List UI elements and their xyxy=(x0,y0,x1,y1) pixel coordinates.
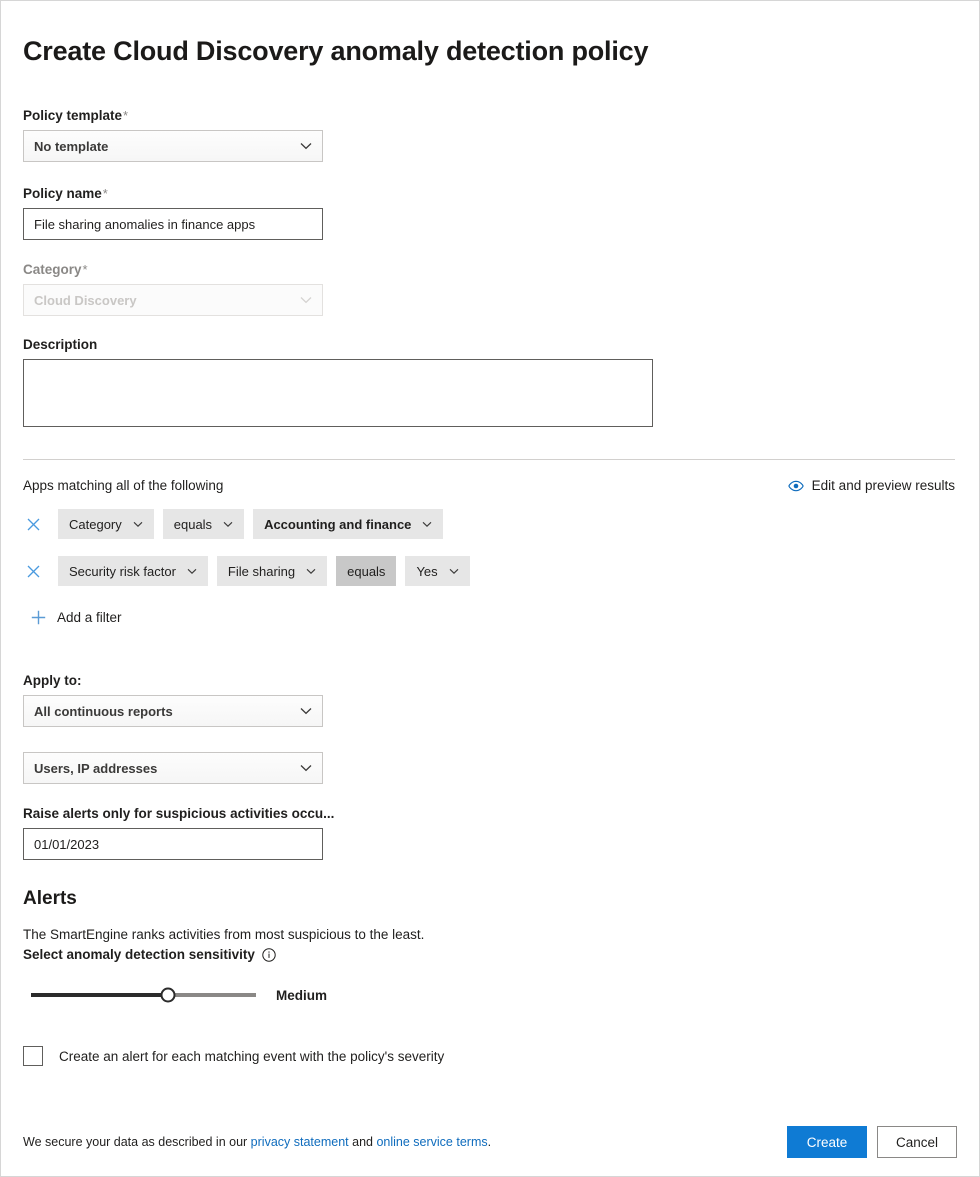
privacy-note-prefix: We secure your data as described in our xyxy=(23,1135,251,1149)
page-title: Create Cloud Discovery anomaly detection… xyxy=(23,1,957,68)
filter-operator-chip[interactable]: equals xyxy=(163,509,244,539)
field-apply-to: Apply to: All continuous reports xyxy=(23,673,957,727)
remove-filter-icon[interactable] xyxy=(23,561,43,581)
filter-row: Security risk factor File sharing equals… xyxy=(23,556,957,586)
policy-template-value: No template xyxy=(34,139,108,154)
filter-row: Category equals Accounting and finance xyxy=(23,509,957,539)
cancel-button[interactable]: Cancel xyxy=(877,1126,957,1158)
sensitivity-label: Select anomaly detection sensitivity xyxy=(23,946,957,964)
field-policy-template: Policy template* No template xyxy=(23,108,957,162)
create-policy-panel: Create Cloud Discovery anomaly detection… xyxy=(0,0,980,1177)
chevron-down-icon xyxy=(133,521,143,528)
edit-preview-results-label: Edit and preview results xyxy=(812,478,955,493)
category-label-text: Category xyxy=(23,262,82,277)
info-icon[interactable] xyxy=(262,948,276,962)
filters-heading: Apps matching all of the following xyxy=(23,478,223,493)
footer-buttons: Create Cancel xyxy=(787,1126,957,1158)
edit-preview-results-link[interactable]: Edit and preview results xyxy=(788,478,957,493)
chevron-down-icon xyxy=(300,142,312,150)
sensitivity-slider[interactable] xyxy=(31,985,256,1005)
filter-field-label: Category xyxy=(69,517,122,532)
policy-name-label: Policy name* xyxy=(23,186,957,202)
online-service-terms-link[interactable]: online service terms xyxy=(376,1135,487,1149)
filter-value-chip[interactable]: Yes xyxy=(405,556,469,586)
category-select: Cloud Discovery xyxy=(23,284,323,316)
alerts-section-title: Alerts xyxy=(23,887,957,911)
chevron-down-icon xyxy=(422,521,432,528)
privacy-statement-link[interactable]: privacy statement xyxy=(251,1135,349,1149)
filter-rows: Category equals Accounting and finance xyxy=(23,509,957,625)
field-category: Category* Cloud Discovery xyxy=(23,262,957,316)
plus-icon xyxy=(31,610,46,625)
policy-template-select[interactable]: No template xyxy=(23,130,323,162)
chevron-down-icon xyxy=(300,296,312,304)
create-alert-per-event-label: Create an alert for each matching event … xyxy=(59,1049,444,1064)
create-alert-per-event-row[interactable]: Create an alert for each matching event … xyxy=(23,1046,444,1066)
section-divider xyxy=(23,459,955,460)
apply-to-reports-select[interactable]: All continuous reports xyxy=(23,695,323,727)
privacy-note: We secure your data as described in our … xyxy=(23,1135,491,1149)
sensitivity-slider-row: Medium xyxy=(31,985,957,1005)
privacy-note-middle: and xyxy=(349,1135,377,1149)
required-asterisk: * xyxy=(123,108,128,123)
description-label: Description xyxy=(23,337,957,353)
create-button[interactable]: Create xyxy=(787,1126,867,1158)
policy-name-label-text: Policy name xyxy=(23,186,102,201)
category-label: Category* xyxy=(23,262,957,278)
chevron-down-icon xyxy=(187,568,197,575)
filter-field-chip[interactable]: Category xyxy=(58,509,154,539)
create-alert-per-event-checkbox[interactable] xyxy=(23,1046,43,1066)
eye-icon xyxy=(788,480,804,492)
required-asterisk: * xyxy=(83,262,88,277)
filter-value-label: Accounting and finance xyxy=(264,517,411,532)
chevron-down-icon xyxy=(449,568,459,575)
filter-subfield-chip[interactable]: File sharing xyxy=(217,556,327,586)
policy-name-input[interactable] xyxy=(23,208,323,240)
field-description: Description xyxy=(23,337,957,432)
required-asterisk: * xyxy=(103,186,108,201)
panel-footer: We secure your data as described in our … xyxy=(2,1109,978,1175)
apply-to-reports-value: All continuous reports xyxy=(34,704,173,719)
slider-fill xyxy=(31,993,168,997)
alerts-description: The SmartEngine ranks activities from mo… xyxy=(23,925,957,944)
policy-template-label-text: Policy template xyxy=(23,108,122,123)
filters-header: Apps matching all of the following Edit … xyxy=(23,478,957,493)
category-value: Cloud Discovery xyxy=(34,293,137,308)
chevron-down-icon xyxy=(306,568,316,575)
filter-subfield-label: File sharing xyxy=(228,564,295,579)
remove-filter-icon[interactable] xyxy=(23,514,43,534)
add-filter-label: Add a filter xyxy=(57,610,122,625)
apply-to-scope-select[interactable]: Users, IP addresses xyxy=(23,752,323,784)
filter-value-chip[interactable]: Accounting and finance xyxy=(253,509,443,539)
add-filter-button[interactable]: Add a filter xyxy=(31,610,122,625)
filter-operator-label: equals xyxy=(347,564,385,579)
filter-operator-chip[interactable]: equals xyxy=(336,556,396,586)
field-raise-alerts-date: Raise alerts only for suspicious activit… xyxy=(23,806,957,860)
raise-alerts-date-input[interactable] xyxy=(23,828,323,860)
filter-field-chip[interactable]: Security risk factor xyxy=(58,556,208,586)
filter-operator-label: equals xyxy=(174,517,212,532)
slider-thumb[interactable] xyxy=(161,988,176,1003)
filter-field-label: Security risk factor xyxy=(69,564,176,579)
chevron-down-icon xyxy=(223,521,233,528)
raise-alerts-date-label: Raise alerts only for suspicious activit… xyxy=(23,806,957,822)
chevron-down-icon xyxy=(300,707,312,715)
sensitivity-label-text: Select anomaly detection sensitivity xyxy=(23,946,255,964)
sensitivity-value: Medium xyxy=(276,988,327,1003)
panel-content: Create Cloud Discovery anomaly detection… xyxy=(1,1,979,1109)
policy-template-label: Policy template* xyxy=(23,108,957,124)
apply-to-scope-value: Users, IP addresses xyxy=(34,761,157,776)
chevron-down-icon xyxy=(300,764,312,772)
field-policy-name: Policy name* xyxy=(23,186,957,240)
apply-to-label: Apply to: xyxy=(23,673,957,689)
filter-value-label: Yes xyxy=(416,564,437,579)
privacy-note-suffix: . xyxy=(488,1135,491,1149)
field-apply-to-scope: Users, IP addresses xyxy=(23,752,957,784)
description-textarea[interactable] xyxy=(23,359,653,427)
